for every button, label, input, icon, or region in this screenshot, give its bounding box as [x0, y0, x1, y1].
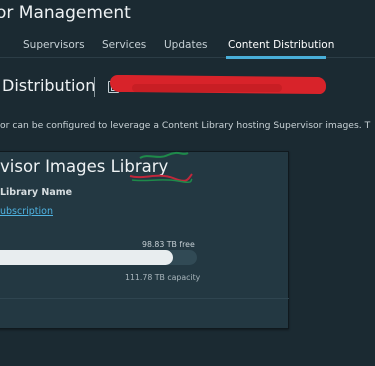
tab-bar: Supervisors Services Updates Content Dis… — [0, 30, 375, 59]
title-divider — [94, 77, 95, 97]
storage-free-text: 98.83 TB free — [142, 240, 195, 249]
redaction-scribble — [139, 151, 189, 159]
tab-supervisors[interactable]: Supervisors — [23, 39, 85, 51]
tab-content-distribution[interactable]: Content Distribution — [228, 39, 334, 51]
library-subscription-link[interactable]: ubscription — [0, 206, 53, 217]
storage-capacity-text: 111.78 TB capacity — [125, 273, 201, 282]
card-footer-divider — [0, 298, 289, 299]
storage-usage-bar-fill — [0, 250, 173, 265]
active-tab-indicator — [226, 56, 326, 59]
tab-services[interactable]: Services — [102, 39, 146, 51]
page-subtitle: Distribution — [2, 76, 96, 95]
redaction-scribble — [129, 173, 193, 183]
library-name-label: Library Name — [0, 187, 73, 198]
storage-usage-bar — [0, 250, 197, 265]
page-description: or can be configured to leverage a Conte… — [0, 120, 371, 131]
redaction-mark-inner — [132, 84, 282, 92]
page-header-title: or Management — [0, 3, 131, 23]
tab-updates[interactable]: Updates — [164, 39, 208, 51]
